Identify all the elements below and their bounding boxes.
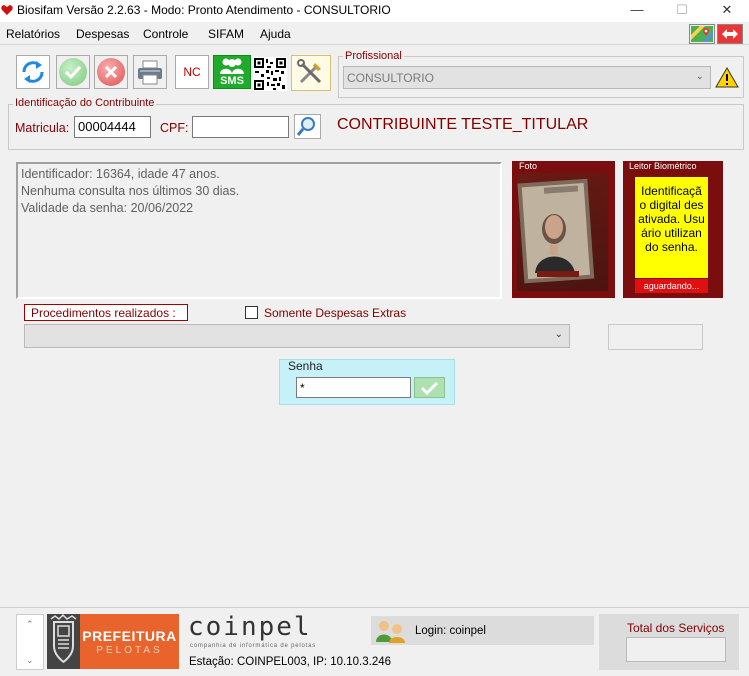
info-panel: Identificador: 16364, idade 47 anos. Nen… xyxy=(16,162,502,299)
senha-panel: Senha * xyxy=(279,359,455,405)
biometric-label: Leitor Biométrico xyxy=(629,161,697,171)
qr-code-icon xyxy=(253,57,287,91)
somente-extras-label[interactable]: Somente Despesas Extras xyxy=(264,306,406,320)
foto-label: Foto xyxy=(519,161,538,171)
cancel-icon xyxy=(97,58,125,86)
menu-ajuda[interactable]: Ajuda xyxy=(260,27,291,41)
senha-input[interactable]: * xyxy=(296,377,411,398)
estacao-text: Estação: COINPEL003, IP: 10.10.3.246 xyxy=(189,656,392,668)
total-value xyxy=(626,637,726,662)
maximize-button[interactable]: ☐ xyxy=(662,0,702,22)
map-icon[interactable] xyxy=(689,24,715,44)
check-icon xyxy=(59,58,87,86)
identificacao-label: Identificação do Contribuinte xyxy=(13,97,157,109)
prefeitura-logo: PREFEITURA PELOTAS xyxy=(80,614,179,669)
matricula-label: Matricula: xyxy=(15,121,70,135)
prefeitura-crest-icon xyxy=(47,613,80,669)
procedimentos-label: Procedimentos realizados : xyxy=(24,304,188,321)
coinpel-logo: coinpel xyxy=(188,612,312,642)
footer-scroll[interactable]: ⌃ ⌄ xyxy=(16,614,44,670)
info-line: Validade da senha: 20/06/2022 xyxy=(21,201,194,215)
cpf-input[interactable] xyxy=(192,116,289,138)
profissional-value: CONSULTORIO xyxy=(347,71,434,85)
chevron-down-icon: ⌄ xyxy=(554,329,563,340)
chevron-down-icon[interactable]: ⌄ xyxy=(26,655,34,666)
cancel-button[interactable] xyxy=(94,55,128,89)
somente-extras-checkbox[interactable] xyxy=(245,306,258,319)
refresh-icon xyxy=(22,61,44,83)
total-panel: Total dos Serviços xyxy=(599,614,739,670)
info-line: Nenhuma consulta nos últimos 30 dias. xyxy=(21,184,240,198)
prefeitura-line1: PREFEITURA xyxy=(82,628,177,644)
prefeitura-line2: PELOTAS xyxy=(96,645,163,656)
minimize-button[interactable]: — xyxy=(617,0,657,22)
sms-button[interactable]: SMS xyxy=(213,55,251,89)
biometric-message: Identificação digital desativada. Usuári… xyxy=(635,177,708,278)
coinpel-subtitle: companhia de informática de pelotas xyxy=(190,643,317,649)
menu-controle[interactable]: Controle xyxy=(143,27,188,41)
nc-button[interactable]: NC xyxy=(175,55,209,89)
print-button[interactable] xyxy=(133,55,167,89)
matricula-input[interactable]: 00004444 xyxy=(74,116,151,138)
senha-label: Senha xyxy=(288,359,323,373)
users-icon xyxy=(376,621,405,643)
menu-bar: Relatórios Despesas Controle SIFAM Ajuda xyxy=(0,23,749,45)
foto-frame: Foto xyxy=(512,161,615,298)
biometric-status: aguardando... xyxy=(635,279,708,293)
menu-despesas[interactable]: Despesas xyxy=(76,27,129,41)
senha-submit-button[interactable] xyxy=(414,377,445,398)
cpf-label: CPF: xyxy=(160,121,189,135)
confirm-button[interactable] xyxy=(56,55,90,89)
contribuinte-name: CONTRIBUINTE TESTE_TITULAR xyxy=(337,116,589,133)
nc-label: NC xyxy=(183,65,201,79)
profissional-label: Profissional xyxy=(343,50,404,62)
biometric-frame: Leitor Biométrico Identificação digital … xyxy=(623,161,723,298)
profissional-select[interactable]: CONSULTORIO ⌄ xyxy=(343,66,711,89)
menu-relatorios[interactable]: Relatórios xyxy=(6,27,60,41)
sms-label: SMS xyxy=(220,75,244,87)
procedimentos-value-box xyxy=(608,324,703,350)
title-bar: Biosifam Versão 2.2.63 - Modo: Pronto At… xyxy=(0,0,749,22)
qr-code-button[interactable] xyxy=(253,57,287,91)
heart-icon xyxy=(1,5,13,15)
chevron-down-icon: ⌄ xyxy=(695,71,704,82)
search-icon xyxy=(296,117,315,136)
tools-button[interactable] xyxy=(291,55,331,91)
close-window-button[interactable]: ✕ xyxy=(707,0,747,22)
search-cpf-button[interactable] xyxy=(294,114,321,139)
warning-icon xyxy=(715,67,739,88)
chevron-up-icon[interactable]: ⌃ xyxy=(26,619,34,630)
total-label: Total dos Serviços xyxy=(627,621,725,635)
refresh-button[interactable] xyxy=(16,55,50,89)
menu-sifam[interactable]: SIFAM xyxy=(208,27,244,41)
info-line: Identificador: 16364, idade 47 anos. xyxy=(21,167,220,181)
login-text: Login: coinpel xyxy=(415,625,486,637)
window-title: Biosifam Versão 2.2.63 - Modo: Pronto At… xyxy=(17,3,391,17)
tools-icon xyxy=(297,59,322,84)
check-icon xyxy=(420,381,439,396)
contribuinte-photo xyxy=(517,173,608,291)
exit-icon[interactable] xyxy=(717,24,743,44)
people-icon xyxy=(220,58,244,74)
procedimentos-select[interactable]: ⌄ xyxy=(24,324,570,348)
printer-icon xyxy=(138,60,162,85)
login-panel: Login: coinpel xyxy=(371,616,594,645)
